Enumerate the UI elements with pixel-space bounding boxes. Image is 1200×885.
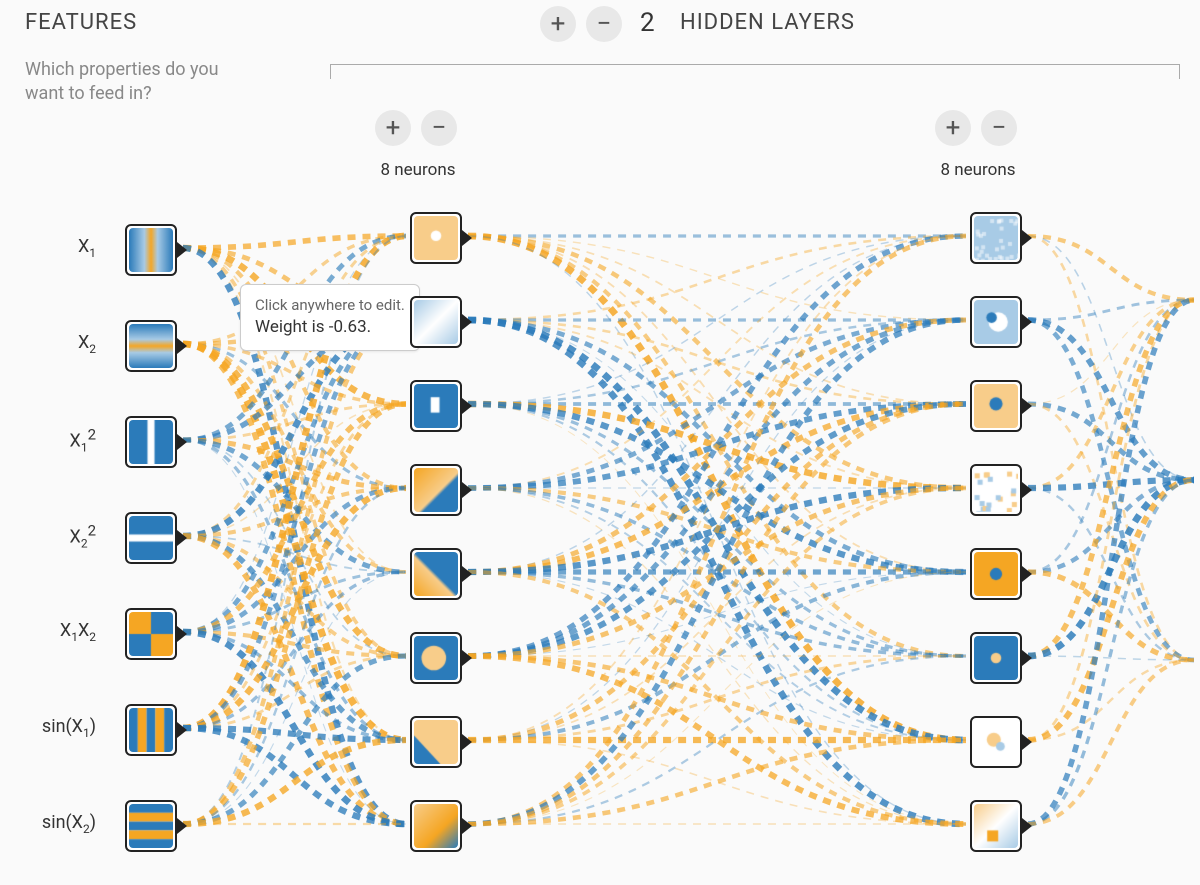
feature-node-x1x2[interactable]: [125, 608, 177, 660]
connection[interactable]: [1028, 300, 1194, 740]
layer2-neuron-2[interactable]: [970, 380, 1022, 432]
layer1-neuron-5[interactable]: [410, 632, 462, 684]
connection[interactable]: [1028, 300, 1194, 488]
connection[interactable]: [183, 320, 406, 824]
layer1-neuron-2[interactable]: [410, 380, 462, 432]
layer2-neuron-1[interactable]: [970, 296, 1022, 348]
weight-tooltip[interactable]: Click anywhere to edit. Weight is -0.63.: [240, 284, 420, 351]
feature-label-sinx1: sin(X1): [40, 716, 96, 740]
feature-label-x2: X2: [40, 332, 96, 356]
feature-node-x2sq[interactable]: [125, 512, 177, 564]
layer2-neuron-7[interactable]: [970, 800, 1022, 852]
connection[interactable]: [468, 236, 966, 824]
tooltip-weight-text: Weight is -0.63.: [255, 316, 405, 340]
feature-node-x2[interactable]: [125, 320, 177, 372]
layer1-neuron-3[interactable]: [410, 464, 462, 516]
feature-label-x1sq: X12: [40, 426, 96, 455]
tooltip-hint: Click anywhere to edit.: [255, 295, 405, 316]
feature-label-x2sq: X22: [40, 522, 96, 551]
layer2-neuron-4[interactable]: [970, 548, 1022, 600]
layer1-neuron-6[interactable]: [410, 716, 462, 768]
connection[interactable]: [1028, 236, 1194, 300]
layer1-neuron-4[interactable]: [410, 548, 462, 600]
feature-label-x1x2: X1X2: [40, 620, 96, 644]
feature-label-x1: X1: [40, 236, 96, 260]
connection[interactable]: [1028, 300, 1194, 572]
layer2-neuron-0[interactable]: [970, 212, 1022, 264]
connection[interactable]: [183, 236, 406, 248]
feature-label-sinx2: sin(X2): [40, 812, 96, 836]
network-diagram: FEATURES Which properties do you want to…: [0, 0, 1200, 885]
connection[interactable]: [1028, 480, 1194, 824]
connection[interactable]: [1028, 320, 1194, 660]
layer2-neuron-3[interactable]: [970, 464, 1022, 516]
feature-node-x1[interactable]: [125, 224, 177, 276]
connection[interactable]: [1028, 660, 1194, 740]
feature-node-sinx1[interactable]: [125, 704, 177, 756]
connection[interactable]: [1028, 320, 1194, 480]
connection[interactable]: [1028, 660, 1194, 824]
layer1-neuron-0[interactable]: [410, 212, 462, 264]
connection[interactable]: [468, 236, 966, 488]
layer2-neuron-6[interactable]: [970, 716, 1022, 768]
feature-node-sinx2[interactable]: [125, 800, 177, 852]
layer2-neuron-5[interactable]: [970, 632, 1022, 684]
layer1-neuron-7[interactable]: [410, 800, 462, 852]
layer1-neuron-1[interactable]: [410, 296, 462, 348]
feature-node-x1sq[interactable]: [125, 416, 177, 468]
